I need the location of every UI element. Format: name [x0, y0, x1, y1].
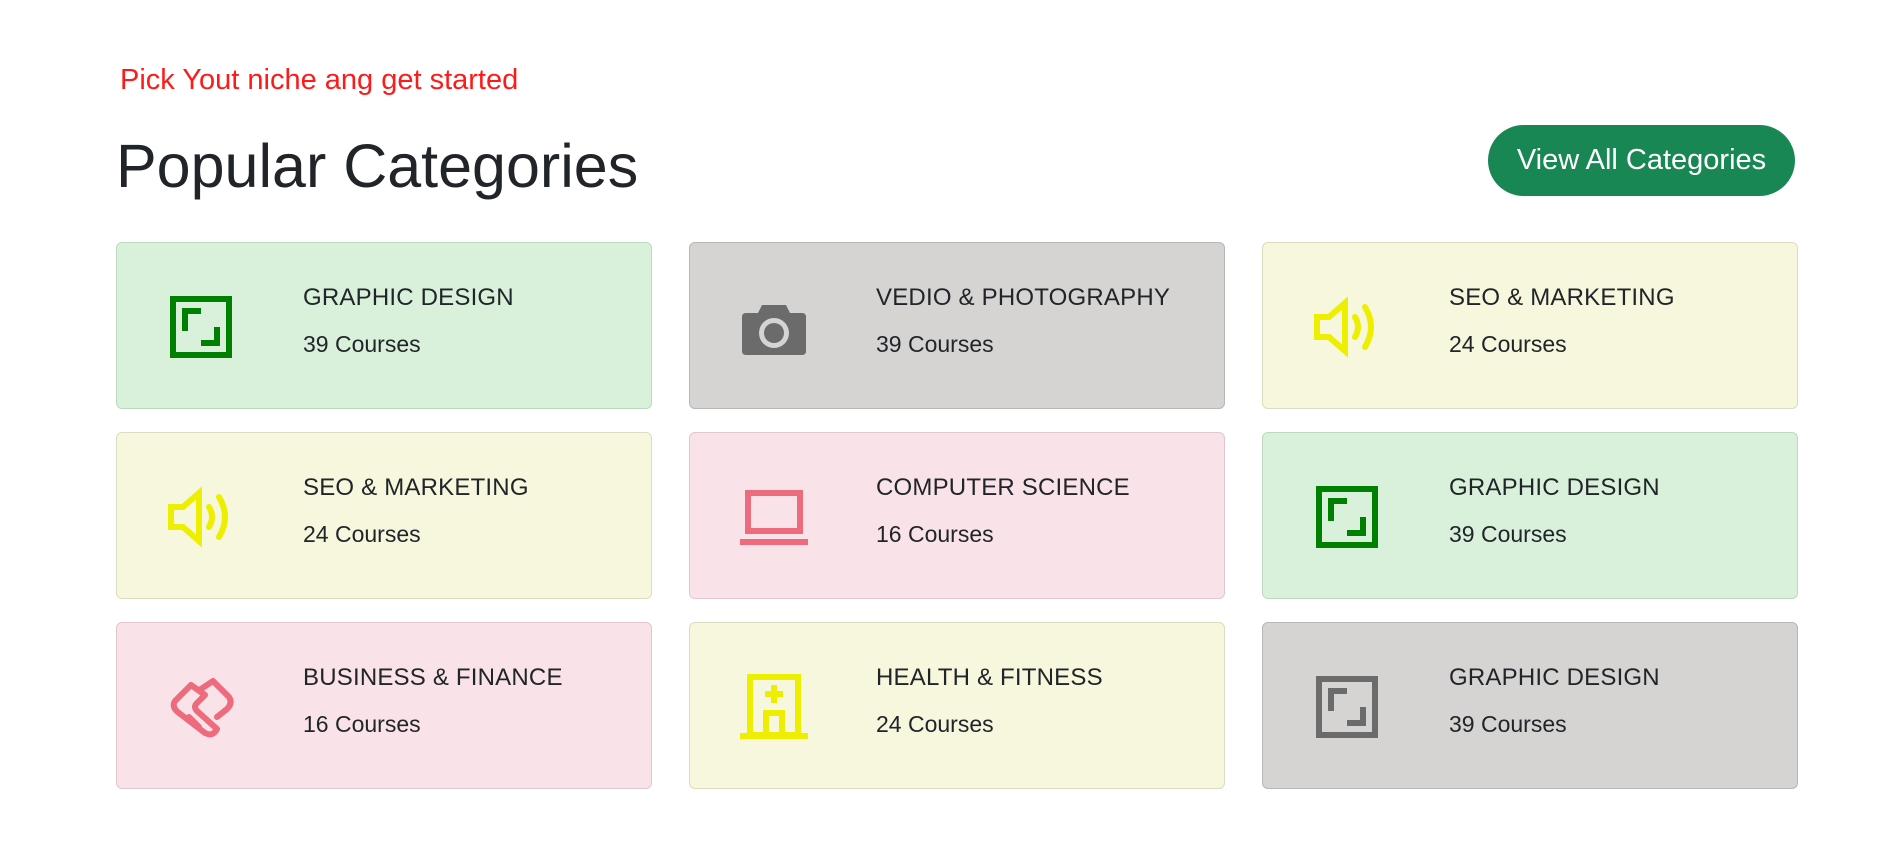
category-name: SEO & MARKETING	[1449, 284, 1675, 311]
category-card[interactable]: COMPUTER SCIENCE 16 Courses	[689, 432, 1225, 599]
category-card[interactable]: GRAPHIC DESIGN 39 Courses	[116, 242, 652, 409]
category-name: HEALTH & FITNESS	[876, 664, 1103, 691]
course-count: 24 Courses	[1449, 331, 1567, 357]
speaker-icon	[165, 481, 237, 553]
category-card[interactable]: SEO & MARKETING 24 Courses	[116, 432, 652, 599]
course-count: 39 Courses	[303, 331, 421, 357]
category-card[interactable]: GRAPHIC DESIGN 39 Courses	[1262, 622, 1798, 789]
view-all-categories-button[interactable]: View All Categories	[1488, 125, 1795, 196]
course-count: 39 Courses	[1449, 711, 1567, 737]
frame-icon	[165, 291, 237, 363]
course-count: 16 Courses	[876, 521, 994, 547]
category-name: GRAPHIC DESIGN	[1449, 664, 1660, 691]
category-card[interactable]: GRAPHIC DESIGN 39 Courses	[1262, 432, 1798, 599]
category-card[interactable]: HEALTH & FITNESS 24 Courses	[689, 622, 1225, 789]
category-name: SEO & MARKETING	[303, 474, 529, 501]
course-count: 39 Courses	[1449, 521, 1567, 547]
frame-icon	[1311, 481, 1383, 553]
course-count: 24 Courses	[876, 711, 994, 737]
handshake-icon	[165, 671, 237, 743]
course-count: 39 Courses	[876, 331, 994, 357]
category-name: COMPUTER SCIENCE	[876, 474, 1130, 501]
frame-icon	[1311, 671, 1383, 743]
category-card[interactable]: VEDIO & PHOTOGRAPHY 39 Courses	[689, 242, 1225, 409]
section-tagline: Pick Yout niche ang get started	[120, 64, 519, 96]
section-title: Popular Categories	[116, 132, 639, 200]
popular-categories-section: Pick Yout niche ang get started Popular …	[0, 0, 1900, 850]
category-card[interactable]: BUSINESS & FINANCE 16 Courses	[116, 622, 652, 789]
category-name: BUSINESS & FINANCE	[303, 664, 563, 691]
speaker-icon	[1311, 291, 1383, 363]
course-count: 16 Courses	[303, 711, 421, 737]
laptop-icon	[738, 481, 810, 553]
category-grid: GRAPHIC DESIGN 39 Courses VEDIO & PHOTOG…	[116, 242, 1798, 789]
category-name: GRAPHIC DESIGN	[303, 284, 514, 311]
category-card[interactable]: SEO & MARKETING 24 Courses	[1262, 242, 1798, 409]
category-name: GRAPHIC DESIGN	[1449, 474, 1660, 501]
camera-icon	[738, 291, 810, 363]
course-count: 24 Courses	[303, 521, 421, 547]
category-name: VEDIO & PHOTOGRAPHY	[876, 284, 1171, 311]
hospital-icon	[738, 671, 810, 743]
